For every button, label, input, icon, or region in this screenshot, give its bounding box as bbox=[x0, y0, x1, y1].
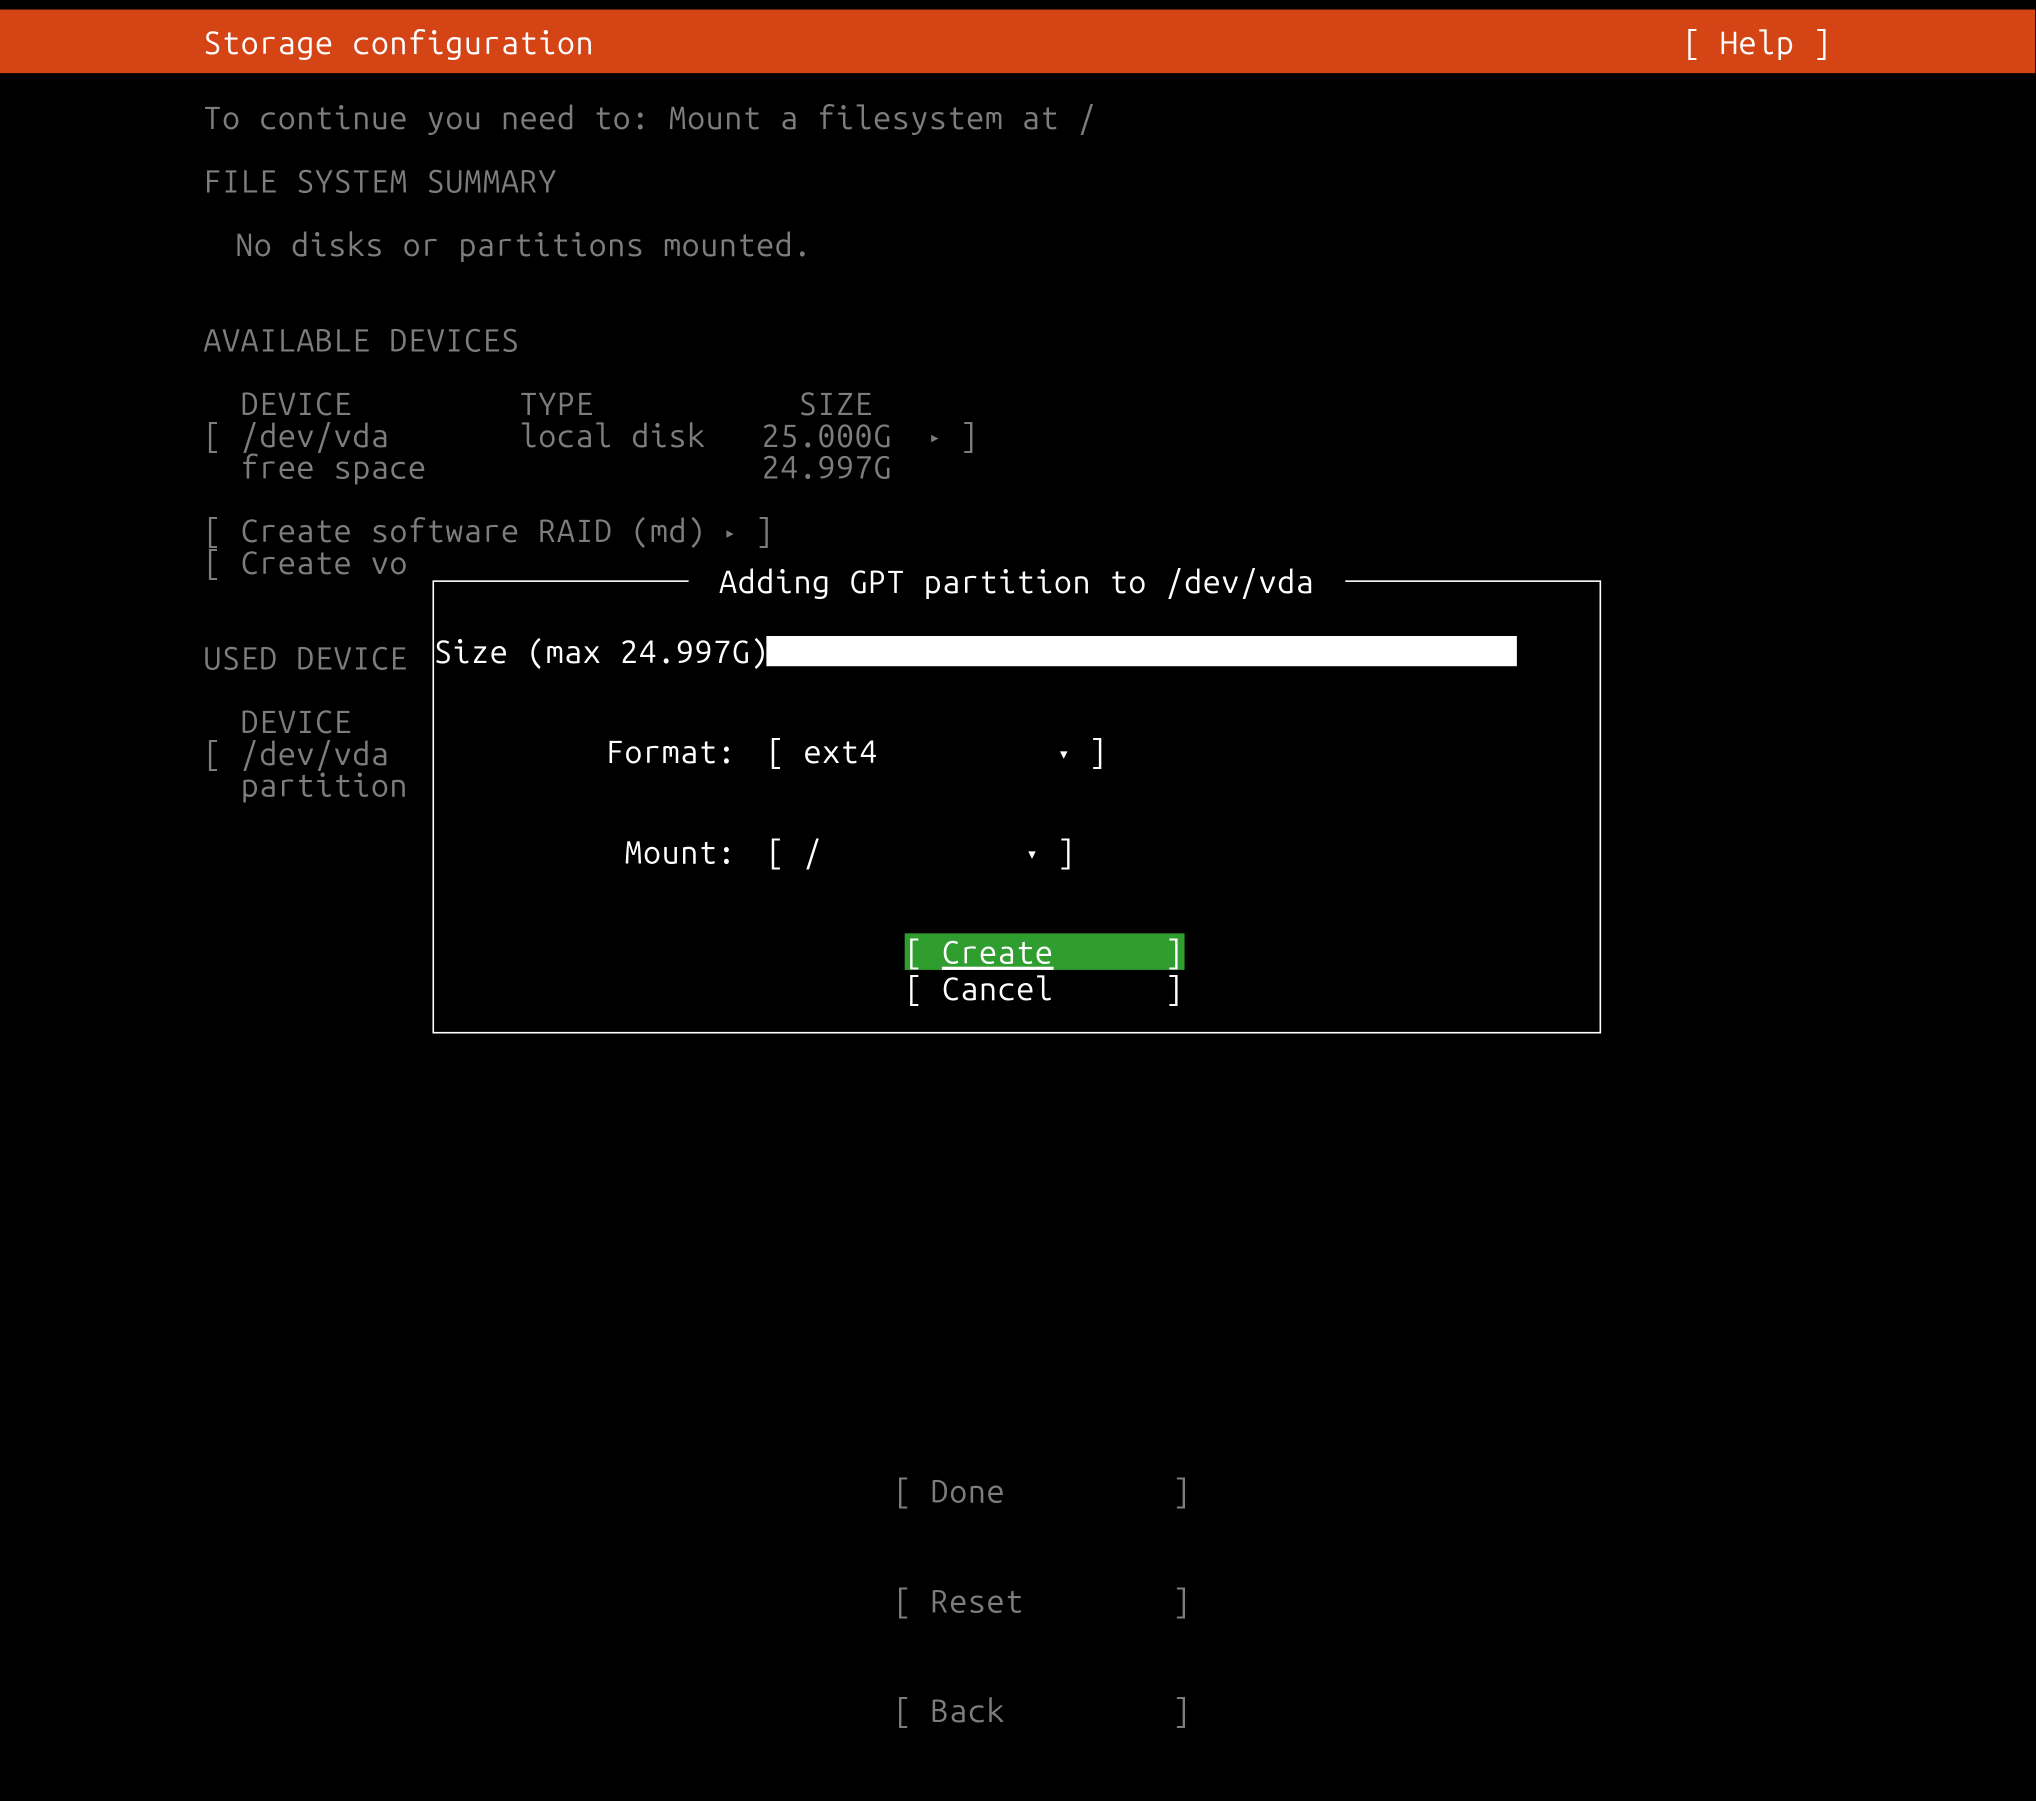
help-button[interactable]: [ Help ] bbox=[1683, 23, 1832, 60]
available-devices-heading: AVAILABLE DEVICES bbox=[204, 324, 1832, 356]
create-raid-button[interactable]: [ Create software RAID (md) ▸ ] bbox=[204, 515, 1832, 547]
footer-buttons: [ Done ] [ Reset ] [ Back ] bbox=[894, 1399, 1192, 1801]
fs-summary-heading: FILE SYSTEM SUMMARY bbox=[204, 165, 1832, 197]
format-select[interactable]: [ ext4▾ ] bbox=[766, 733, 1107, 770]
done-button[interactable]: [ Done ] bbox=[894, 1472, 1192, 1509]
reset-button[interactable]: [ Reset ] bbox=[894, 1582, 1192, 1619]
page-title: Storage configuration bbox=[204, 23, 595, 60]
hint-text: To continue you need to: Mount a filesys… bbox=[204, 102, 1832, 134]
chevron-right-icon: ▸ bbox=[929, 428, 941, 449]
free-space-row: free space 24.997G bbox=[204, 452, 1832, 484]
add-partition-dialog: Adding GPT partition to /dev/vda Size (m… bbox=[432, 580, 1601, 1033]
chevron-down-icon: ▾ bbox=[1026, 844, 1038, 865]
dialog-title: Adding GPT partition to /dev/vda bbox=[688, 563, 1346, 600]
fs-summary-empty: No disks or partitions mounted. bbox=[204, 229, 1832, 261]
size-input[interactable] bbox=[766, 636, 1516, 666]
create-button[interactable]: [ Create ] bbox=[905, 933, 1600, 970]
back-button[interactable]: [ Back ] bbox=[894, 1692, 1192, 1729]
format-label: Format: bbox=[434, 733, 736, 770]
size-label: Size (max 24.997G): bbox=[434, 633, 736, 670]
device-columns: DEVICE TYPE SIZE bbox=[204, 388, 1832, 420]
mount-select[interactable]: [ /▾ ] bbox=[766, 833, 1075, 870]
chevron-down-icon: ▾ bbox=[1058, 744, 1070, 765]
mount-label: Mount: bbox=[434, 833, 736, 870]
chevron-right-icon: ▸ bbox=[724, 523, 736, 544]
cancel-button[interactable]: [ Cancel ] bbox=[905, 970, 1600, 1007]
header-bar: Storage configuration [ Help ] bbox=[0, 10, 2035, 74]
device-row-vda[interactable]: [ /dev/vda local disk 25.000G ▸ ] bbox=[204, 420, 1832, 452]
